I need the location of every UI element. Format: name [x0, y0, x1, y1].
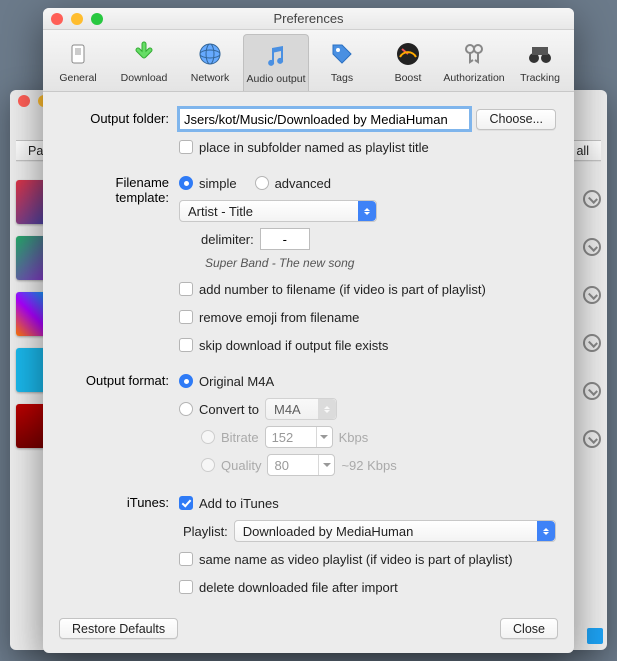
download-icon[interactable]	[583, 286, 601, 304]
window-title: Preferences	[273, 11, 343, 26]
tab-label: Boost	[375, 72, 441, 84]
tab-label: Tags	[309, 72, 375, 84]
download-icon[interactable]	[583, 430, 601, 448]
download-icon[interactable]	[583, 238, 601, 256]
music-note-icon	[260, 39, 292, 71]
tab-general[interactable]: General	[45, 34, 111, 91]
output-folder-label: Output folder:	[61, 108, 179, 126]
template-pattern-value: Artist - Title	[188, 204, 253, 219]
globe-icon	[194, 38, 226, 70]
quality-combo: 80	[267, 454, 335, 476]
tab-download[interactable]: Download	[111, 34, 177, 91]
format-original-radio[interactable]	[179, 374, 193, 388]
tag-icon	[326, 38, 358, 70]
template-example: Super Band - The new song	[205, 256, 556, 270]
tab-boost[interactable]: Boost	[375, 34, 441, 91]
titlebar: Preferences	[43, 8, 574, 30]
playlist-value: Downloaded by MediaHuman	[243, 524, 414, 539]
chevron-updown-icon	[537, 521, 555, 541]
tab-label: Download	[111, 72, 177, 84]
chevron-down-icon	[318, 455, 334, 475]
quality-value: 80	[274, 458, 288, 473]
tab-network[interactable]: Network	[177, 34, 243, 91]
zoom-icon[interactable]	[91, 13, 103, 25]
delimiter-field[interactable]	[260, 228, 310, 250]
tab-label: General	[45, 72, 111, 84]
add-number-label: add number to filename (if video is part…	[199, 282, 486, 297]
preferences-toolbar: General Download Network Audio output Ta…	[43, 30, 574, 92]
format-original-label: Original M4A	[199, 374, 274, 389]
bitrate-radio	[201, 430, 215, 444]
filename-template-label: Filename template:	[61, 172, 179, 205]
tab-label: Authorization	[441, 72, 507, 84]
tab-authorization[interactable]: Authorization	[441, 34, 507, 91]
preferences-form: Output folder: Choose... place in subfol…	[43, 92, 574, 608]
remove-emoji-label: remove emoji from filename	[199, 310, 359, 325]
download-icon[interactable]	[583, 190, 601, 208]
switch-icon	[62, 38, 94, 70]
same-name-label: same name as video playlist (if video is…	[199, 552, 513, 567]
itunes-label: iTunes:	[61, 492, 179, 510]
tab-tags[interactable]: Tags	[309, 34, 375, 91]
output-format-label: Output format:	[61, 370, 179, 388]
download-arrow-icon	[128, 38, 160, 70]
format-convert-label: Convert to	[199, 402, 259, 417]
template-simple-label: simple	[199, 176, 237, 191]
bg-close-icon[interactable]	[18, 95, 30, 107]
bitrate-label: Bitrate	[221, 430, 259, 445]
close-icon[interactable]	[51, 13, 63, 25]
quality-radio	[201, 458, 215, 472]
download-icon[interactable]	[583, 334, 601, 352]
convert-format-select[interactable]: M4A	[265, 398, 337, 420]
bitrate-combo: 152	[265, 426, 333, 448]
delimiter-label: delimiter:	[201, 232, 254, 247]
dialog-footer: Restore Defaults Close	[43, 608, 574, 653]
quality-label: Quality	[221, 458, 261, 473]
tab-label: Network	[177, 72, 243, 84]
template-advanced-radio[interactable]	[255, 176, 269, 190]
download-icon[interactable]	[583, 382, 601, 400]
tab-label: Audio output	[244, 73, 308, 85]
delete-after-import-checkbox[interactable]	[179, 580, 193, 594]
bitrate-value: 152	[272, 430, 294, 445]
chevron-updown-icon	[318, 399, 336, 419]
kbps-label: Kbps	[339, 430, 369, 445]
convert-format-value: M4A	[274, 402, 301, 417]
add-to-itunes-label: Add to iTunes	[199, 496, 279, 511]
playlist-label: Playlist:	[183, 524, 228, 539]
preferences-window: Preferences General Download Network Aud…	[43, 8, 574, 653]
chevron-down-icon	[316, 427, 332, 447]
tab-audio-output[interactable]: Audio output	[243, 34, 309, 91]
skip-existing-label: skip download if output file exists	[199, 338, 388, 353]
binoculars-icon	[524, 38, 556, 70]
approx-kbps-label: ~92 Kbps	[341, 458, 396, 473]
delete-after-import-label: delete downloaded file after import	[199, 580, 398, 595]
same-name-checkbox[interactable]	[179, 552, 193, 566]
skip-existing-checkbox[interactable]	[179, 338, 193, 352]
add-to-itunes-checkbox[interactable]	[179, 496, 193, 510]
restore-defaults-button[interactable]: Restore Defaults	[59, 618, 178, 639]
tab-tracking[interactable]: Tracking	[507, 34, 573, 91]
remove-emoji-checkbox[interactable]	[179, 310, 193, 324]
template-advanced-label: advanced	[275, 176, 331, 191]
gauge-icon	[392, 38, 424, 70]
add-number-checkbox[interactable]	[179, 282, 193, 296]
chevron-updown-icon	[358, 201, 376, 221]
playlist-select[interactable]: Downloaded by MediaHuman	[234, 520, 556, 542]
template-pattern-select[interactable]: Artist - Title	[179, 200, 377, 222]
template-simple-radio[interactable]	[179, 176, 193, 190]
twitter-icon[interactable]	[587, 628, 603, 644]
close-button[interactable]: Close	[500, 618, 558, 639]
subfolder-checkbox[interactable]	[179, 140, 193, 154]
format-convert-radio[interactable]	[179, 402, 193, 416]
keys-icon	[458, 38, 490, 70]
tab-label: Tracking	[507, 72, 573, 84]
subfolder-label: place in subfolder named as playlist tit…	[199, 140, 429, 155]
output-folder-field[interactable]	[179, 108, 470, 130]
bg-download-buttons	[583, 190, 601, 448]
minimize-icon[interactable]	[71, 13, 83, 25]
choose-folder-button[interactable]: Choose...	[476, 109, 556, 130]
